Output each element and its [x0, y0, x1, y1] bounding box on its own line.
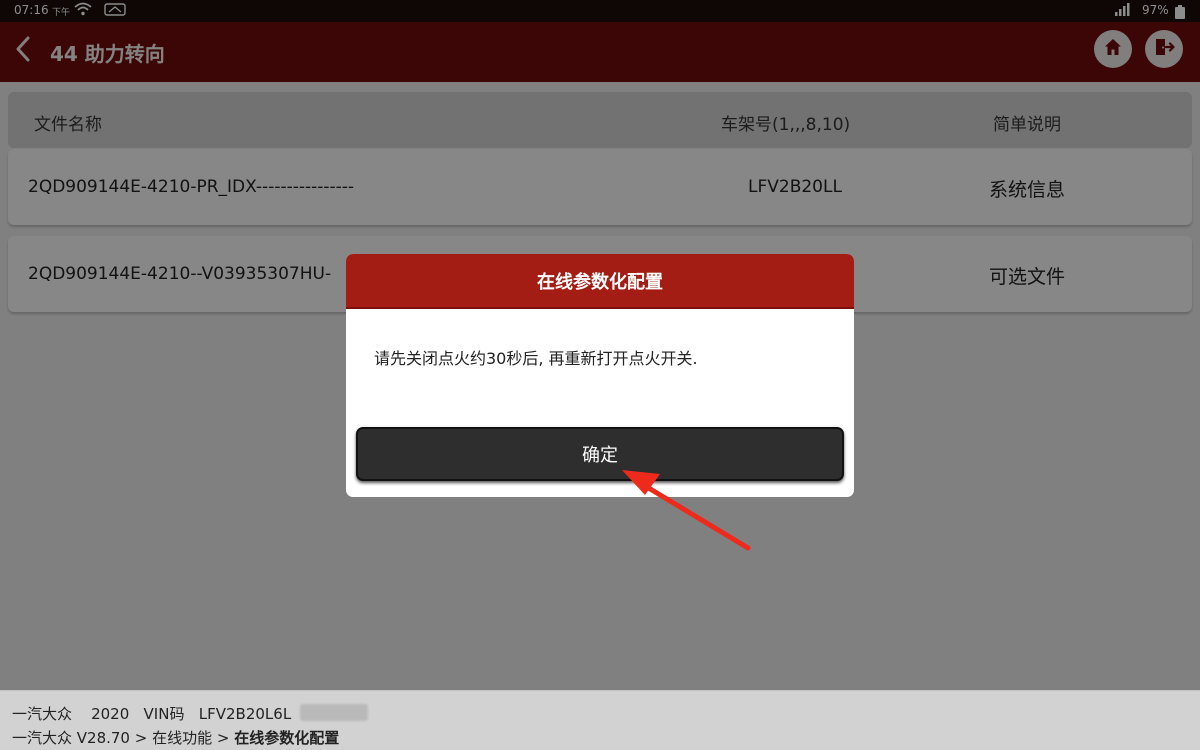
- footer-info-bar: 一汽大众 2020 VIN码 LFV2B20L6L 一汽大众 V28.70 > …: [0, 690, 1200, 750]
- dialog-message: 请先关闭点火约30秒后, 再重新打开点火开关.: [374, 349, 698, 368]
- vin-redaction: [300, 704, 368, 721]
- breadcrumb-current: 在线参数化配置: [234, 729, 340, 747]
- dialog: 在线参数化配置 请先关闭点火约30秒后, 再重新打开点火开关. 确定: [346, 254, 854, 497]
- vehicle-info: 一汽大众 2020 VIN码 LFV2B20L6L: [12, 705, 292, 723]
- dialog-title: 在线参数化配置: [346, 254, 854, 309]
- breadcrumb-path: 一汽大众 V28.70 > 在线功能 >: [12, 729, 235, 747]
- breadcrumb: 一汽大众 V28.70 > 在线功能 > 在线参数化配置: [12, 727, 339, 748]
- confirm-button[interactable]: 确定: [356, 427, 844, 481]
